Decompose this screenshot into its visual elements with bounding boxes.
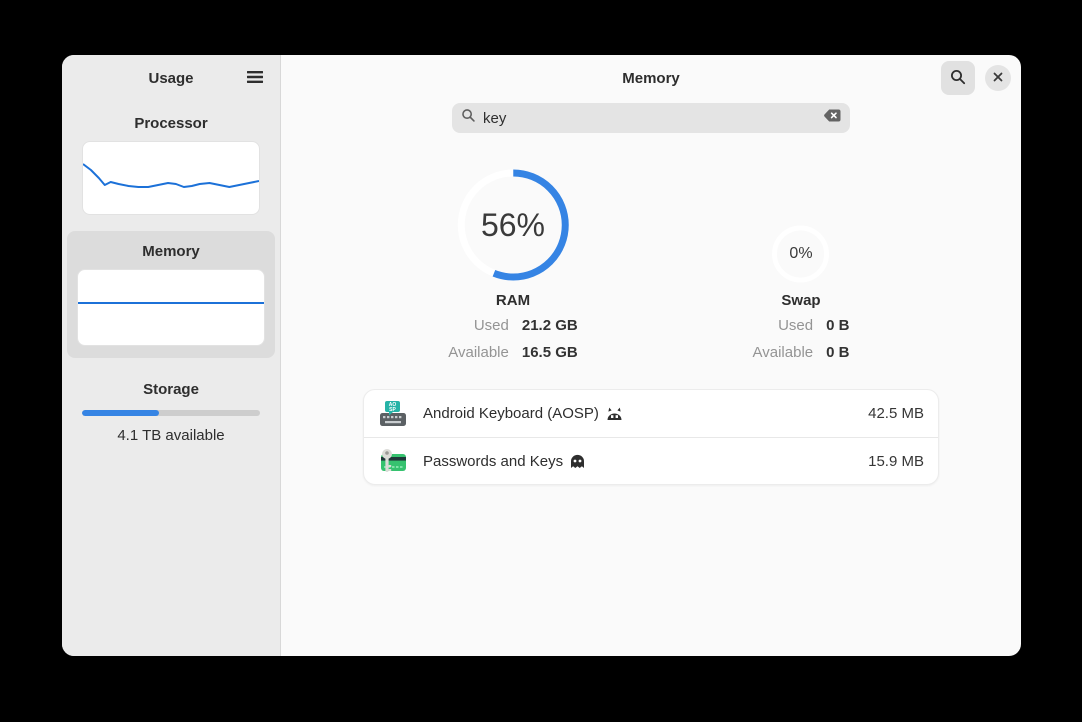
process-memory-value: 42.5 MB xyxy=(868,405,924,422)
process-name: Android Keyboard (AOSP) xyxy=(423,405,599,422)
storage-available-text: 4.1 TB available xyxy=(62,427,280,444)
hamburger-menu-button[interactable] xyxy=(240,63,270,93)
main-header: Memory xyxy=(281,55,1021,101)
process-list: AO SP Android Keyboard (AOSP) 42.5 MB xyxy=(363,389,939,485)
usage-app-window: Usage Processor Memory Storage xyxy=(62,55,1021,656)
hamburger-icon xyxy=(246,70,264,87)
swap-available-label: Available xyxy=(753,344,814,361)
ghost-icon xyxy=(570,454,585,468)
search-icon xyxy=(950,69,966,88)
android-keyboard-app-icon: AO SP xyxy=(378,399,408,429)
window-close-button[interactable] xyxy=(985,65,1011,91)
ram-used-value: 21.2 GB xyxy=(522,317,578,334)
search-toggle-button[interactable] xyxy=(941,61,975,95)
memory-chart-card xyxy=(77,269,265,346)
app-title: Usage xyxy=(148,70,193,87)
ram-percent-value: 56% xyxy=(455,167,571,283)
sidebar-item-memory[interactable]: Memory xyxy=(67,231,275,358)
ram-stats: Used 21.2 GB Available 16.5 GB xyxy=(448,317,577,361)
process-memory-value: 15.9 MB xyxy=(868,453,924,470)
storage-usage-fill xyxy=(82,410,159,416)
storage-usage-bar[interactable] xyxy=(82,410,260,416)
ram-available-value: 16.5 GB xyxy=(522,344,578,361)
process-name: Passwords and Keys xyxy=(423,453,563,470)
swap-donut-chart: 0% xyxy=(772,225,830,283)
main-pane: Memory key xyxy=(281,55,1021,656)
swap-available-value: 0 B xyxy=(826,344,849,361)
ram-label: RAM xyxy=(496,292,530,309)
search-entry-icon xyxy=(461,108,476,128)
sidebar-item-memory-label: Memory xyxy=(77,243,265,260)
android-robot-icon xyxy=(606,407,623,421)
sidebar-item-storage-label: Storage xyxy=(62,381,280,398)
sidebar-item-processor[interactable] xyxy=(82,141,260,215)
swap-stats: Used 0 B Available 0 B xyxy=(753,317,850,361)
ram-gauge: 56% RAM Used 21.2 GB Available 16.5 GB xyxy=(448,167,577,361)
search-row: key xyxy=(281,103,1021,133)
svg-text:SP: SP xyxy=(389,407,396,413)
swap-label: Swap xyxy=(781,292,820,309)
memory-gauges: 56% RAM Used 21.2 GB Available 16.5 GB xyxy=(281,167,1021,375)
page-title: Memory xyxy=(622,70,680,87)
swap-percent-value: 0% xyxy=(772,225,830,283)
search-input[interactable]: key xyxy=(452,103,850,133)
search-query-text: key xyxy=(483,110,817,127)
swap-used-value: 0 B xyxy=(826,317,849,334)
ram-donut-chart: 56% xyxy=(455,167,571,283)
sidebar-header: Usage xyxy=(62,55,280,101)
processor-chart xyxy=(83,142,259,214)
passwords-keys-app-icon xyxy=(378,446,408,476)
memory-chart xyxy=(78,270,264,345)
ram-used-label: Used xyxy=(448,317,509,334)
header-controls xyxy=(941,61,1011,95)
ram-available-label: Available xyxy=(448,344,509,361)
sidebar: Usage Processor Memory Storage xyxy=(62,55,281,656)
process-row-passwords-keys[interactable]: Passwords and Keys 15.9 MB xyxy=(364,437,938,484)
swap-gauge: 0% Swap Used 0 B Available 0 B xyxy=(753,167,850,361)
sidebar-item-processor-label: Processor xyxy=(62,115,280,132)
swap-used-label: Used xyxy=(753,317,814,334)
close-icon xyxy=(992,71,1004,86)
clear-search-icon[interactable] xyxy=(824,109,841,127)
process-row-android-keyboard[interactable]: AO SP Android Keyboard (AOSP) 42.5 MB xyxy=(364,390,938,437)
